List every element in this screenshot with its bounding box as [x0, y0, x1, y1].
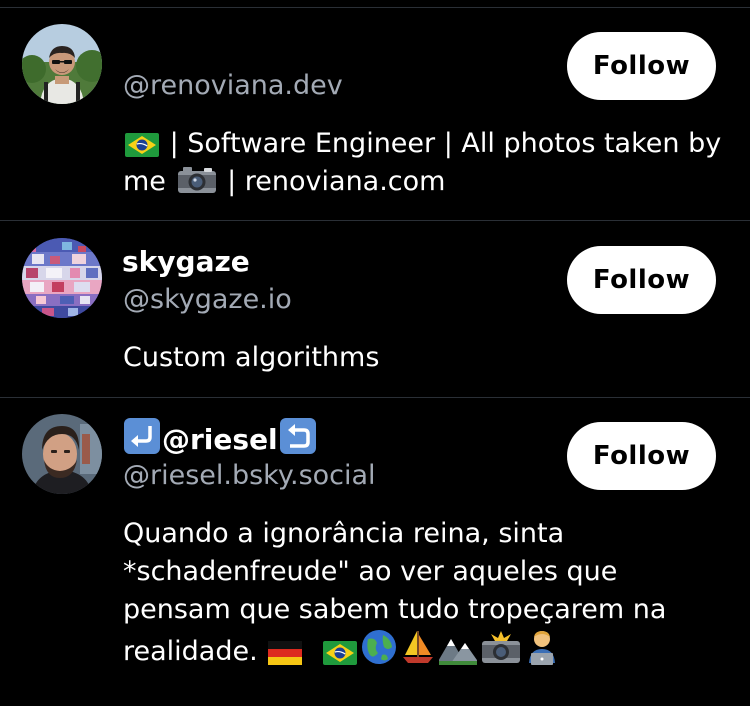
avatar[interactable] [22, 414, 102, 494]
top-divider [0, 0, 750, 8]
follow-button[interactable]: Follow [567, 422, 716, 490]
brazil-flag-icon [125, 133, 159, 157]
camera-flash-icon [481, 631, 521, 665]
handle: @skygaze.io [123, 284, 292, 315]
display-name-text: @riesel [162, 423, 278, 456]
display-name: skygaze [122, 245, 250, 278]
brazil-flag-icon [322, 641, 357, 665]
bio-text: Custom algorithms [123, 342, 380, 373]
display-name: @riesel [122, 418, 318, 456]
technologist-icon [525, 629, 559, 665]
follow-button[interactable]: Follow [567, 32, 716, 100]
avatar[interactable] [22, 238, 102, 318]
right-hook-arrow-icon [279, 418, 316, 454]
handle: @riesel.bsky.social [123, 460, 376, 491]
profile-card-renoviana[interactable]: @renoviana.dev Follow | Software Enginee… [0, 8, 750, 221]
profile-card-skygaze[interactable]: skygaze @skygaze.io Follow Custom algori… [0, 221, 750, 398]
left-hook-arrow-icon [124, 418, 160, 454]
germany-flag-icon [268, 641, 303, 665]
mountain-icon [438, 635, 477, 665]
camera-icon [177, 165, 217, 195]
sailboat-icon [401, 629, 435, 665]
profile-card-riesel[interactable]: @riesel @riesel.bsky.social Follow Quand… [0, 398, 750, 706]
bio: Quando a ignorância reina, sinta *schade… [123, 515, 713, 671]
handle: @renoviana.dev [123, 70, 343, 101]
bio-link[interactable]: | renoviana.com [227, 166, 445, 197]
bio: | Software Engineer | All photos taken b… [123, 125, 723, 201]
follow-button[interactable]: Follow [567, 246, 716, 314]
globe-icon [361, 629, 397, 665]
bio: Custom algorithms [123, 339, 723, 377]
avatar[interactable] [22, 24, 102, 104]
